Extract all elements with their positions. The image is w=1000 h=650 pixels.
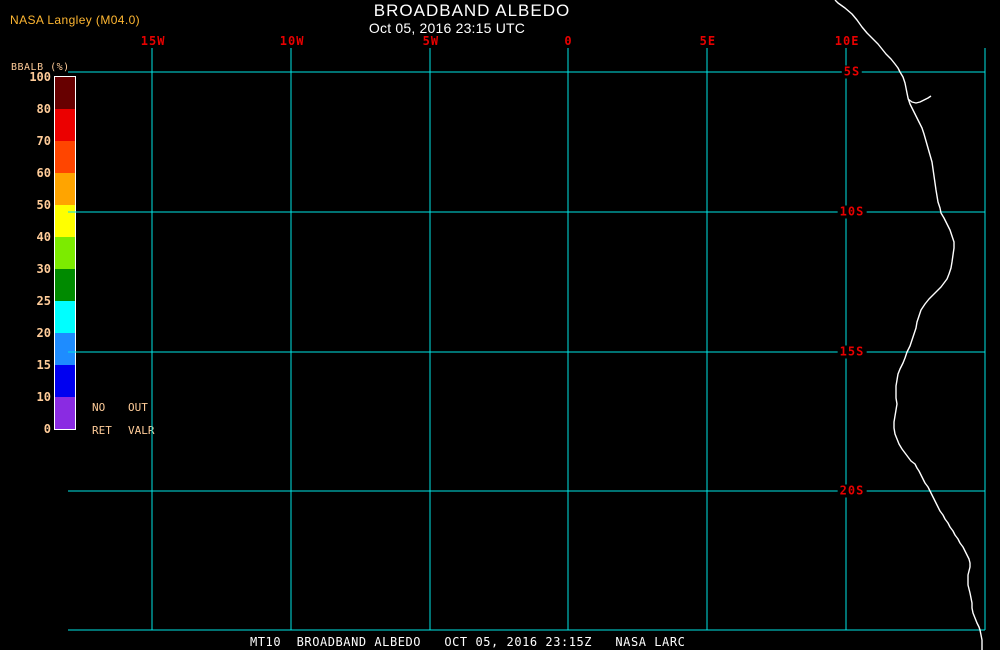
latitude-label-15S: 15S: [837, 344, 867, 359]
longitude-label-0: 0: [562, 34, 575, 48]
map-canvas: [68, 0, 986, 650]
latitude-label-20S: 20S: [837, 483, 867, 498]
latitude-label-10S: 10S: [837, 204, 867, 219]
longitude-label-5E: 5E: [697, 34, 719, 48]
coastline-river-mouth: [907, 95, 932, 104]
latitude-label-5S: 5S: [841, 64, 863, 79]
broadband-albedo-map-screen: NASA Langley (M04.0) BROADBAND ALBEDO Oc…: [0, 0, 1000, 650]
longitude-label-10E: 10E: [832, 34, 862, 48]
longitude-label-10W: 10W: [277, 34, 307, 48]
longitude-label-5W: 5W: [420, 34, 442, 48]
status-bar: MT10 BROADBAND ALBEDO OCT 05, 2016 23:15…: [250, 635, 686, 649]
coastline: [834, 0, 983, 650]
longitude-label-15W: 15W: [138, 34, 168, 48]
